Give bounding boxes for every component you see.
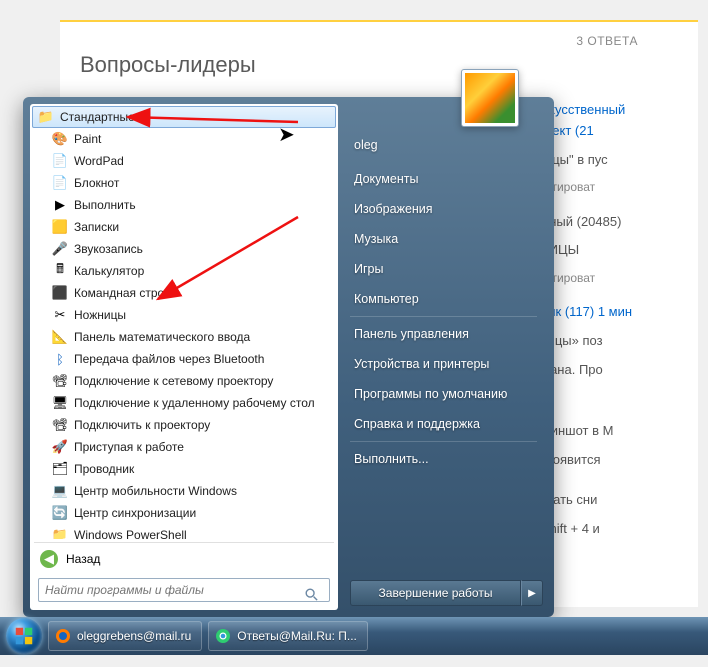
mouse-cursor-icon: ➤ (278, 122, 295, 147)
program-notepad[interactable]: 📄 Блокнот (32, 172, 336, 194)
taskbar-app-chrome[interactable]: Ответы@Mail.Ru: П... (208, 621, 368, 651)
music-link[interactable]: Музыка (350, 224, 543, 254)
program-wordpad[interactable]: 📄 WordPad (32, 150, 336, 172)
math-icon: 📐 (52, 329, 68, 345)
explorer-icon: 🗂 (52, 461, 68, 477)
program-cmd[interactable]: ⬛ Командная строка (32, 282, 336, 304)
program-network-projector[interactable]: 📽 Подключение к сетевому проектору (32, 370, 336, 392)
firefox-icon (55, 628, 71, 644)
chrome-icon (215, 628, 231, 644)
folder-powershell[interactable]: 📁 Windows PowerShell (32, 524, 336, 539)
program-label: Ножницы (74, 308, 126, 322)
program-label: Блокнот (74, 176, 119, 190)
program-label: Центр мобильности Windows (74, 484, 237, 498)
program-calculator[interactable]: 🖩 Калькулятор (32, 260, 336, 282)
page-heading: Вопросы-лидеры (80, 52, 256, 78)
program-connect-projector[interactable]: 📽 Подключить к проектору (32, 414, 336, 436)
taskbar-app-label: oleggrebens@mail.ru (77, 629, 191, 643)
search-icon (304, 587, 318, 601)
program-getting-started[interactable]: 🚀 Приступая к работе (32, 436, 336, 458)
run-link[interactable]: Выполнить... (350, 444, 543, 474)
program-recorder[interactable]: 🎤 Звукозапись (32, 238, 336, 260)
shutdown-button[interactable]: Завершение работы (350, 580, 521, 606)
program-math-input[interactable]: 📐 Панель математического ввода (32, 326, 336, 348)
program-label: Записки (74, 220, 119, 234)
terminal-icon: ⬛ (52, 285, 68, 301)
start-menu-right-pane: oleg Документы Изображения Музыка Игры К… (338, 104, 547, 610)
program-sync-center[interactable]: 🔄 Центр синхронизации (32, 502, 336, 524)
program-label: Выполнить (74, 198, 136, 212)
username-link[interactable]: oleg (350, 130, 543, 160)
rocket-icon: 🚀 (52, 439, 68, 455)
devices-printers-link[interactable]: Устройства и принтеры (350, 349, 543, 379)
pictures-link[interactable]: Изображения (350, 194, 543, 224)
program-stickynotes[interactable]: 🟨 Записки (32, 216, 336, 238)
games-link[interactable]: Игры (350, 254, 543, 284)
program-explorer[interactable]: 🗂 Проводник (32, 458, 336, 480)
control-panel-link[interactable]: Панель управления (350, 319, 543, 349)
program-label: Проводник (74, 462, 134, 476)
search-input[interactable] (38, 578, 330, 602)
taskbar-app-label: Ответы@Mail.Ru: П... (237, 629, 357, 643)
program-label: Paint (74, 132, 101, 146)
start-menu-left-pane: 📁 Стандартные 🎨 Paint 📄 WordPad 📄 Блокнот ▶… (30, 104, 338, 610)
shutdown-options-button[interactable]: ▶ (521, 580, 543, 606)
avatar-image (465, 73, 515, 123)
divider (350, 316, 537, 317)
answers-header: 3 ОТВЕТА (576, 34, 638, 48)
program-label: WordPad (74, 154, 124, 168)
mic-icon: 🎤 (52, 241, 68, 257)
start-menu: 📁 Стандартные 🎨 Paint 📄 WordPad 📄 Блокнот ▶… (23, 97, 554, 617)
shutdown-group: Завершение работы ▶ (350, 580, 543, 606)
wordpad-icon: 📄 (52, 153, 68, 169)
divider (350, 441, 537, 442)
computer-link[interactable]: Компьютер (350, 284, 543, 314)
program-label: Центр синхронизации (74, 506, 196, 520)
sync-icon: 🔄 (52, 505, 68, 521)
program-label: Приступая к работе (74, 440, 184, 454)
program-label: Подключение к сетевому проектору (74, 374, 273, 388)
projector-icon: 📽 (52, 417, 68, 433)
taskbar: oleggrebens@mail.ru Ответы@Mail.Ru: П... (0, 617, 708, 655)
help-support-link[interactable]: Справка и поддержка (350, 409, 543, 439)
calculator-icon: 🖩 (52, 263, 68, 279)
windows-logo-icon (13, 625, 35, 647)
program-list[interactable]: 📁 Стандартные 🎨 Paint 📄 WordPad 📄 Блокнот ▶… (32, 106, 336, 539)
back-button[interactable]: ◀ Назад (32, 546, 336, 572)
program-label: Калькулятор (74, 264, 144, 278)
documents-link[interactable]: Документы (350, 164, 543, 194)
user-avatar[interactable] (461, 69, 519, 127)
program-label: Подключение к удаленному рабочему стол (74, 396, 315, 410)
program-label: Windows PowerShell (74, 528, 187, 539)
program-label: Подключить к проектору (74, 418, 210, 432)
program-remote-desktop[interactable]: 🖥 Подключение к удаленному рабочему стол (32, 392, 336, 414)
program-snipping-tool[interactable]: ✂ Ножницы (32, 304, 336, 326)
taskbar-app-firefox[interactable]: oleggrebens@mail.ru (48, 621, 202, 651)
projector-icon: 📽 (52, 373, 68, 389)
program-run[interactable]: ▶ Выполнить (32, 194, 336, 216)
folder-icon: 📁 (52, 527, 68, 539)
notes-icon: 🟨 (52, 219, 68, 235)
default-programs-link[interactable]: Программы по умолчанию (350, 379, 543, 409)
laptop-icon: 💻 (52, 483, 68, 499)
monitor-icon: 🖥 (52, 395, 68, 411)
program-label: Звукозапись (74, 242, 143, 256)
program-label: Командная строка (74, 286, 176, 300)
start-button[interactable] (6, 618, 42, 654)
bluetooth-icon: ᛒ (52, 351, 68, 367)
run-icon: ▶ (52, 197, 68, 213)
program-mobility-center[interactable]: 💻 Центр мобильности Windows (32, 480, 336, 502)
folder-label: Стандартные (60, 110, 135, 124)
scissors-icon: ✂ (52, 307, 68, 323)
folder-open-icon: 📁 (38, 109, 54, 125)
divider (34, 542, 334, 543)
notepad-icon: 📄 (52, 175, 68, 191)
program-label: Передача файлов через Bluetooth (74, 352, 264, 366)
program-label: Панель математического ввода (74, 330, 250, 344)
program-bluetooth[interactable]: ᛒ Передача файлов через Bluetooth (32, 348, 336, 370)
back-arrow-icon: ◀ (40, 550, 58, 568)
paint-icon: 🎨 (52, 131, 68, 147)
back-label: Назад (66, 552, 100, 566)
